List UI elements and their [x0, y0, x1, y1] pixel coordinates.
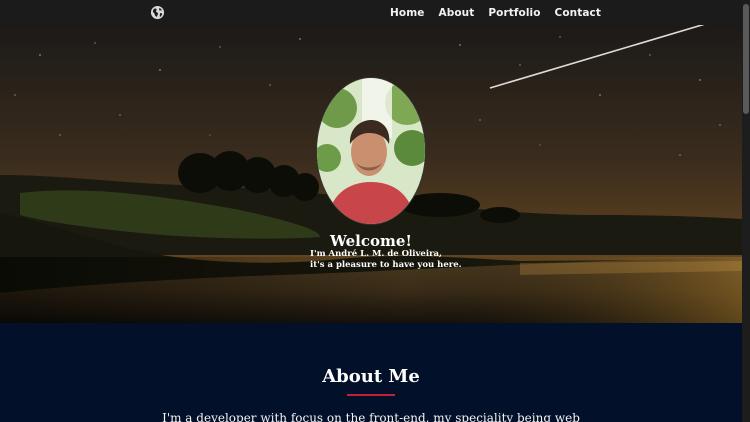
scrollbar[interactable] [742, 0, 750, 422]
about-section: About Me I'm a developer with focus on t… [0, 323, 742, 422]
navbar: Home About Portfolio Contact [0, 0, 742, 25]
about-text: I'm a developer with focus on the front-… [162, 411, 580, 422]
page: Home About Portfolio Contact Welcome! I'… [0, 0, 742, 422]
hero-section: Welcome! I'm André L. M. de Oliveira, it… [0, 25, 742, 323]
scrollbar-thumb[interactable] [743, 4, 749, 114]
about-title-underline [347, 394, 395, 396]
welcome-title: Welcome! [329, 232, 412, 250]
profile-photo [316, 77, 426, 225]
welcome-text: I'm André L. M. de Oliveira, it's a plea… [310, 249, 462, 271]
nav-link-home[interactable]: Home [390, 7, 424, 19]
nav-link-about[interactable]: About [438, 7, 474, 19]
welcome-line-2: it's a pleasure to have you here. [310, 260, 462, 270]
nav-link-contact[interactable]: Contact [555, 7, 601, 19]
globe-icon[interactable] [150, 5, 165, 20]
nav-link-portfolio[interactable]: Portfolio [488, 7, 540, 19]
welcome-line-1: I'm André L. M. de Oliveira, [310, 249, 443, 259]
about-title: About Me [322, 366, 420, 387]
nav-links: Home About Portfolio Contact [390, 0, 601, 25]
